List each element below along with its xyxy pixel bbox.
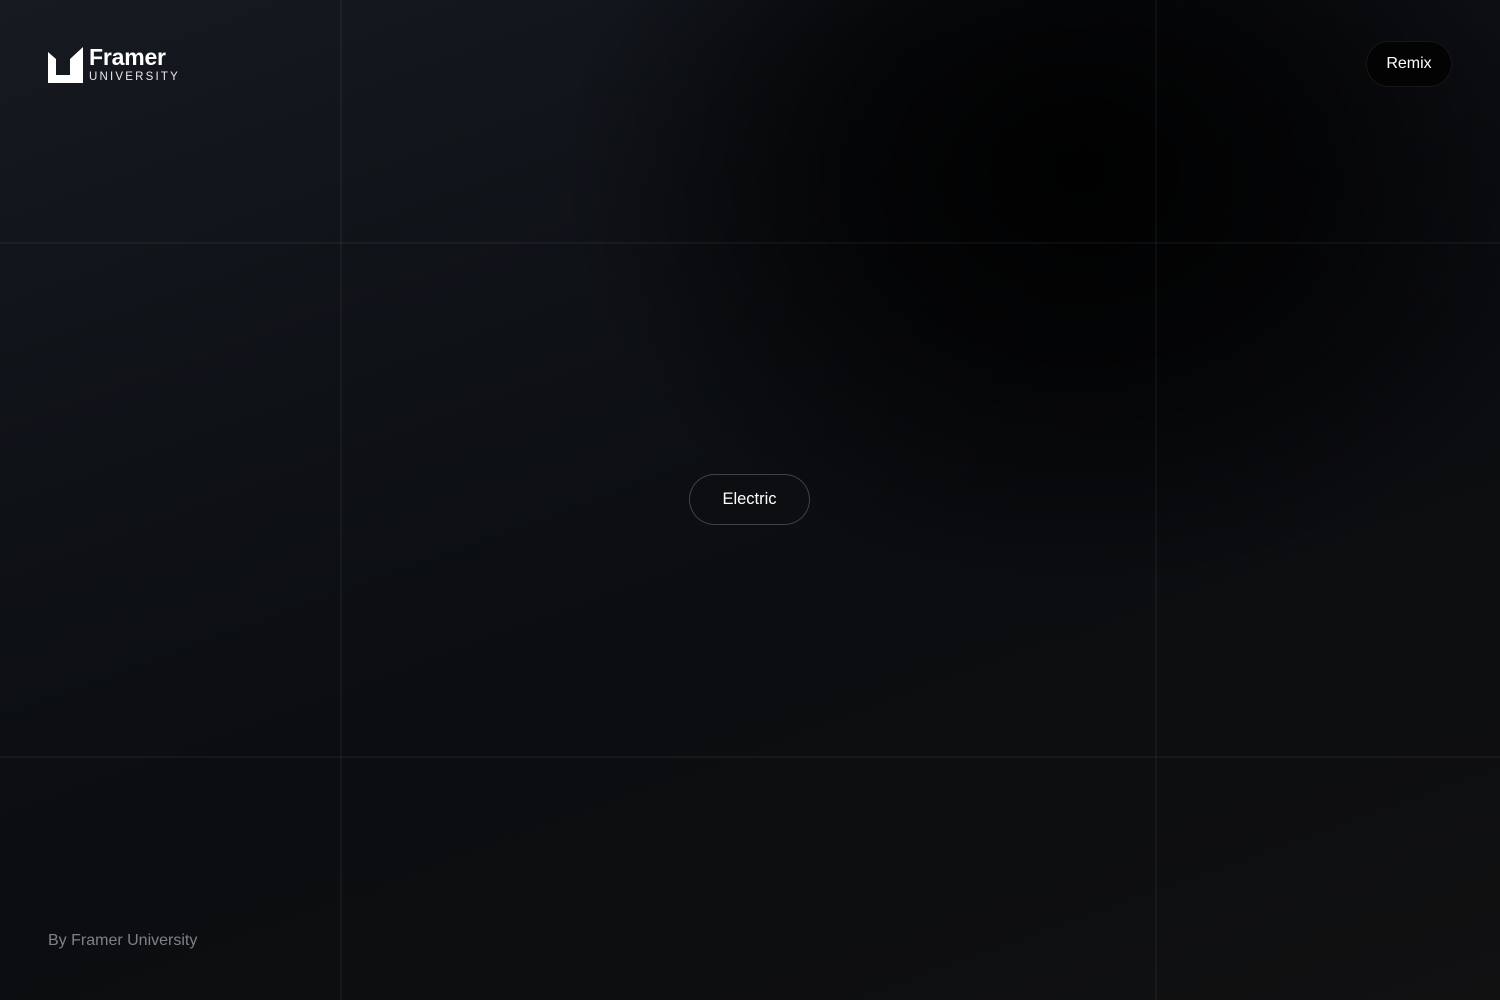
grid-line-horizontal-bottom [0, 756, 1500, 758]
framer-university-logo-icon [48, 46, 83, 83]
brand-text: Framer UNIVERSITY [89, 46, 180, 84]
brand-logo-link[interactable]: Framer UNIVERSITY [48, 46, 180, 84]
electric-button[interactable]: Electric [689, 474, 810, 525]
grid-line-horizontal-top [0, 242, 1500, 244]
remix-button[interactable]: Remix [1366, 41, 1452, 87]
grid-line-vertical-right [1155, 0, 1157, 1000]
brand-name: Framer [89, 44, 166, 70]
grid-line-vertical-left [340, 0, 342, 1000]
author-credit-link[interactable]: By Framer University [48, 932, 197, 950]
brand-subtitle: UNIVERSITY [89, 71, 181, 83]
page-canvas: Framer UNIVERSITY Remix Electric By Fram… [0, 0, 1500, 1000]
